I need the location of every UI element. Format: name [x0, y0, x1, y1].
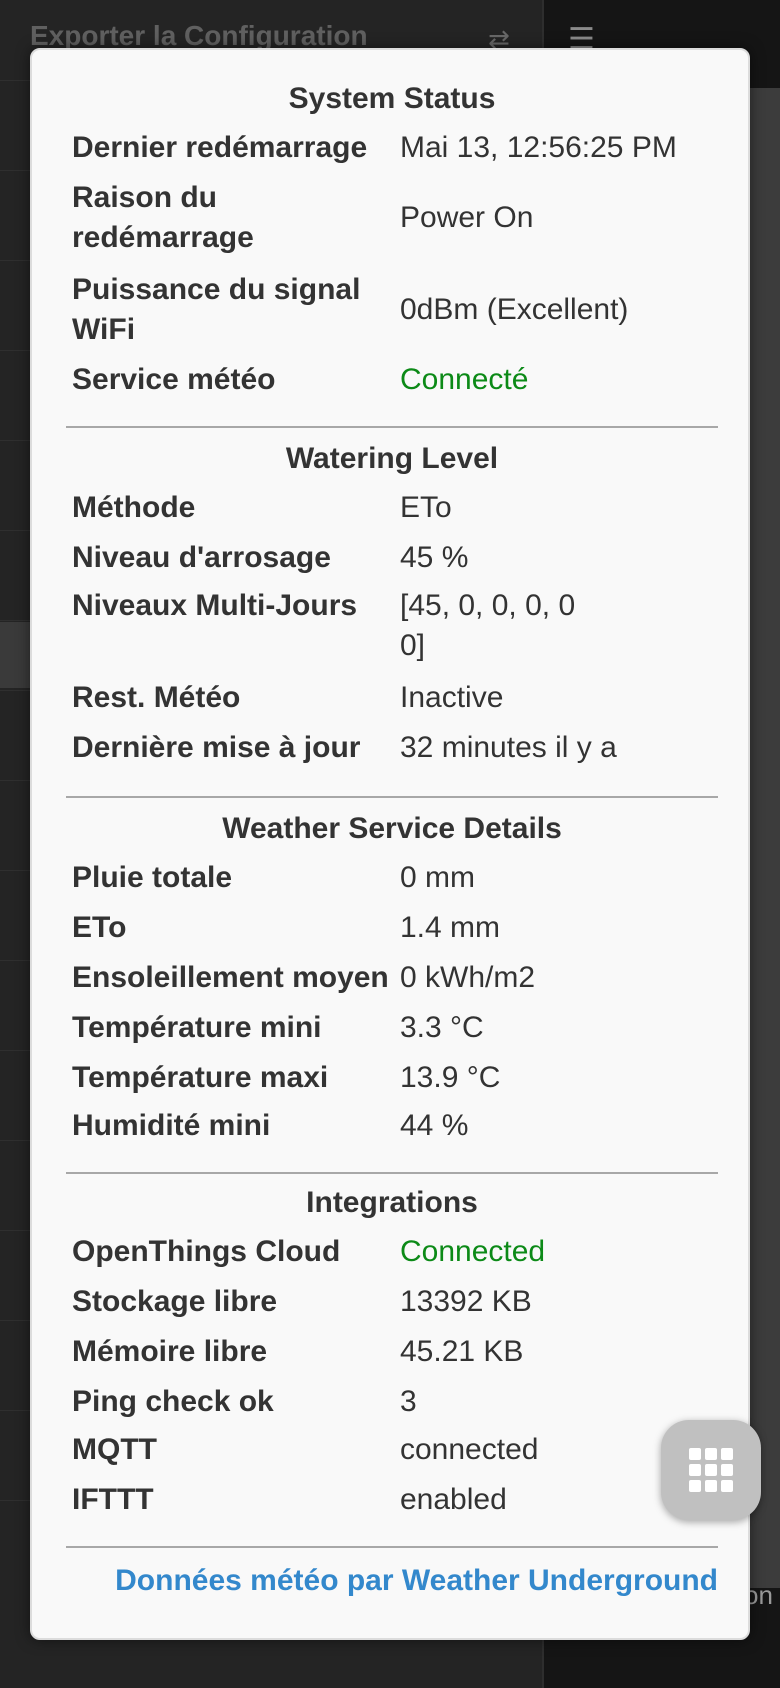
integrations-title: Integrations: [306, 1186, 478, 1219]
row-value: 45 %: [400, 541, 469, 574]
row-value: 0 kWh/m2: [400, 961, 536, 994]
row-value: 32 minutes il y a: [400, 731, 617, 764]
row-value: 13392 KB: [400, 1285, 532, 1318]
row-value: 44 %: [400, 1109, 469, 1142]
row-value: ETo: [400, 491, 452, 524]
row-value: 0dBm (Excellent): [400, 293, 629, 326]
row-value: 3: [400, 1385, 417, 1418]
row-label: Dernier redémarrage: [72, 131, 368, 164]
system-status-popup: System Status Dernier redémarrage Mai 13…: [30, 48, 750, 1640]
row-label: Température mini: [72, 1011, 322, 1044]
divider: [66, 1172, 718, 1174]
row-value: [45, 0, 0, 0, 0 0]: [400, 589, 576, 662]
row-value: 0 mm: [400, 861, 475, 894]
row-value: Inactive: [400, 681, 504, 714]
divider: [66, 1546, 718, 1548]
row-label: Méthode: [72, 491, 196, 524]
weather-service-status: Connecté: [400, 363, 529, 396]
row-label: Mémoire libre: [72, 1335, 268, 1368]
divider: [66, 796, 718, 798]
row-value: Power On: [400, 201, 534, 234]
row-label: Ping check ok: [72, 1385, 274, 1418]
row-label: Humidité mini: [72, 1109, 271, 1142]
divider: [66, 426, 718, 428]
weather-details-title: Weather Service Details: [222, 812, 562, 845]
row-value: Mai 13, 12:56:25 PM: [400, 131, 677, 164]
row-label: Service météo: [72, 363, 276, 396]
row-label: IFTTT: [72, 1483, 154, 1516]
weather-underground-link[interactable]: Données météo par Weather Underground: [115, 1564, 718, 1598]
row-label: Puissance du signal WiFi: [72, 273, 361, 346]
row-value: 45.21 KB: [400, 1335, 524, 1368]
row-value: 1.4 mm: [400, 911, 501, 944]
row-value: 3.3 °C: [400, 1011, 484, 1044]
row-label: Niveau d'arrosage: [72, 541, 331, 574]
row-label: MQTT: [72, 1433, 157, 1466]
row-label: OpenThings Cloud: [72, 1235, 341, 1268]
row-label: Rest. Météo: [72, 681, 241, 714]
row-label: Raison du redémarrage: [72, 181, 254, 254]
row-label: Stockage libre: [72, 1285, 278, 1318]
row-label: Ensoleillement moyen: [72, 961, 389, 994]
row-label: Dernière mise à jour: [72, 731, 361, 764]
system-status-title: System Status: [288, 82, 496, 115]
row-label: Niveaux Multi-Jours: [72, 589, 358, 622]
row-label: ETo: [72, 911, 127, 944]
openthings-status: Connected: [400, 1235, 546, 1268]
row-label: Pluie totale: [72, 861, 233, 894]
row-value: 13.9 °C: [400, 1061, 501, 1094]
row-label: Température maxi: [72, 1061, 329, 1094]
keypad-button[interactable]: [661, 1420, 761, 1520]
watering-level-title: Watering Level: [285, 442, 499, 475]
